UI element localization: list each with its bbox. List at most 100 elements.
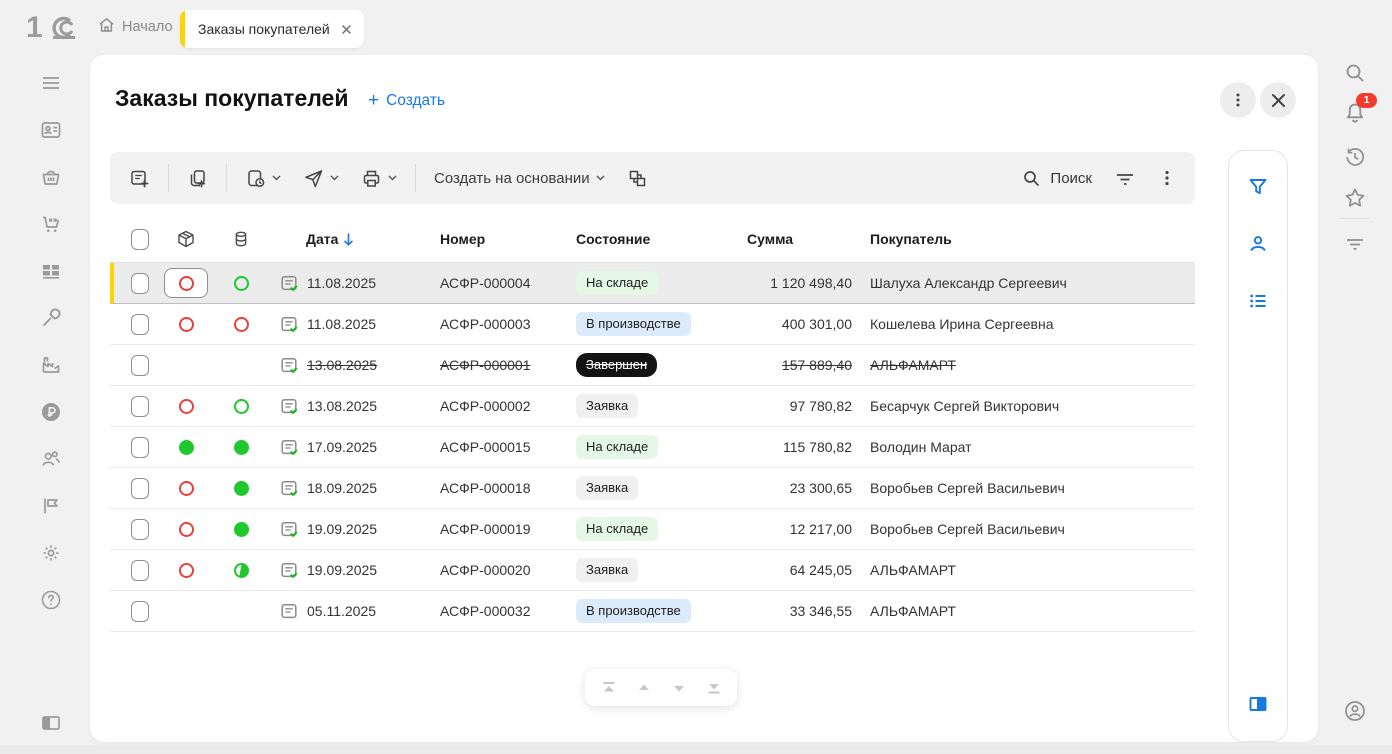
money-ruble-icon[interactable] [36,397,66,427]
right-rail-divider [1340,218,1370,219]
dashboard-blocks-icon[interactable] [36,256,66,286]
shipment-column-icon[interactable] [160,229,212,249]
settings-gear-icon[interactable] [36,538,66,568]
row-sum: 97 780,82 [790,398,852,414]
table-row[interactable]: 18.09.2025 АСФР-000018 Заявка 23 300,65 … [110,468,1195,509]
account-icon[interactable] [1340,696,1370,726]
column-header-date[interactable]: Дата [270,231,432,247]
linked-documents-button[interactable] [616,160,659,196]
send-button[interactable] [292,160,350,196]
table-row[interactable]: 17.09.2025 АСФР-000015 На складе 115 780… [110,427,1195,468]
row-number: АСФР-000003 [440,316,531,332]
column-header-number[interactable]: Номер [432,231,568,247]
print-button[interactable] [350,160,408,196]
help-icon[interactable] [36,585,66,615]
contacts-card-icon[interactable] [36,115,66,145]
create-based-on-label: Создать на основании [434,170,590,187]
row-checkbox[interactable] [131,601,149,622]
left-sidebar [0,55,90,754]
table-row[interactable]: 13.08.2025 АСФР-000002 Заявка 97 780,82 … [110,386,1195,427]
row-customer: АЛЬФАМАРТ [870,357,956,373]
row-checkbox[interactable] [131,396,149,417]
window-close-button[interactable] [1260,82,1296,118]
row-sum: 115 780,82 [783,439,852,455]
status-badge: В производстве [576,312,691,336]
cart-icon[interactable] [36,209,66,239]
table-row[interactable]: 13.08.2025 АСФР-000001 Завершен 157 889,… [110,345,1195,386]
main-window: Заказы покупателей + Создать [90,55,1318,742]
global-search-icon[interactable] [1340,58,1370,88]
row-checkbox[interactable] [131,273,149,294]
side-panel-toggle-icon[interactable] [1243,689,1273,719]
row-checkbox[interactable] [131,560,149,581]
list-filter-button[interactable] [1103,160,1147,196]
document-schedule-button[interactable] [234,160,292,196]
pay-status-icon [234,276,249,291]
column-header-customer[interactable]: Покупатель [852,231,1195,247]
window-menu-button[interactable] [1220,82,1256,118]
go-first-button[interactable] [596,675,622,701]
ship-status-icon [179,399,194,414]
breadcrumb-home[interactable]: Начало [98,17,173,37]
row-sum: 1 120 498,40 [770,275,852,291]
ship-status-icon [179,563,194,578]
copy-document-button[interactable] [176,160,219,196]
create-based-on-button[interactable]: Создать на основании [423,160,616,196]
ship-status-cell [164,268,208,298]
create-document-button[interactable] [118,160,161,196]
table-row[interactable]: 19.09.2025 АСФР-000019 На складе 12 217,… [110,509,1195,550]
search-button[interactable]: Поиск [1011,160,1103,196]
more-menu-button[interactable] [1147,160,1187,196]
tab-close-icon[interactable] [341,24,352,35]
filter-funnel-icon[interactable] [1243,172,1273,202]
tools-wrench-icon[interactable] [36,303,66,333]
page-down-button[interactable] [666,675,692,701]
column-label-date: Дата [306,231,338,247]
create-button[interactable]: + Создать [368,91,445,110]
breadcrumb-label: Начало [122,19,173,35]
row-checkbox[interactable] [131,314,149,335]
favorites-star-icon[interactable] [1340,183,1370,213]
row-sum: 33 346,55 [790,603,852,619]
function-menu-icon[interactable] [1340,228,1370,258]
list-side-panel [1228,150,1288,742]
row-number: АСФР-000001 [440,357,531,373]
column-header-sum[interactable]: Сумма [736,231,852,247]
ship-status-icon [179,522,194,537]
status-badge: Заявка [576,476,638,500]
document-icon [280,274,299,293]
row-checkbox[interactable] [131,355,149,376]
history-icon[interactable] [1340,142,1370,172]
payment-column-icon[interactable] [212,229,270,249]
coins-icon [231,229,251,249]
tab-customer-orders[interactable]: Заказы покупателей [180,10,364,48]
row-checkbox[interactable] [131,437,149,458]
row-date: 17.09.2025 [307,439,377,455]
users-icon[interactable] [36,444,66,474]
table-row[interactable]: 11.08.2025 АСФР-000004 На складе 1 120 4… [110,263,1195,304]
production-factory-icon[interactable] [36,350,66,380]
pay-status-icon [234,481,249,496]
page-up-button[interactable] [631,675,657,701]
responsible-person-icon[interactable] [1243,229,1273,259]
basket-icon[interactable] [36,162,66,192]
row-checkbox[interactable] [131,519,149,540]
status-badge: Заявка [576,558,638,582]
flag-icon[interactable] [36,491,66,521]
status-badge: На складе [576,435,658,459]
select-all-checkbox[interactable] [131,229,149,250]
search-label: Поиск [1050,170,1092,187]
row-date: 11.08.2025 [307,275,376,291]
panel-toggle-icon[interactable] [36,708,66,738]
table-row[interactable]: 11.08.2025 АСФР-000003 В производстве 40… [110,304,1195,345]
ship-status-cell [164,596,208,626]
menu-icon[interactable] [36,68,66,98]
column-header-state[interactable]: Состояние [568,231,736,247]
table-row[interactable]: 05.11.2025 АСФР-000032 В производстве 33… [110,591,1195,632]
row-checkbox[interactable] [131,478,149,499]
list-settings-icon[interactable] [1243,286,1273,316]
go-last-button[interactable] [701,675,727,701]
table-row[interactable]: 19.09.2025 АСФР-000020 Заявка 64 245,05 … [110,550,1195,591]
notifications-bell-icon[interactable]: 1 [1340,100,1370,130]
ship-status-cell [164,350,208,380]
